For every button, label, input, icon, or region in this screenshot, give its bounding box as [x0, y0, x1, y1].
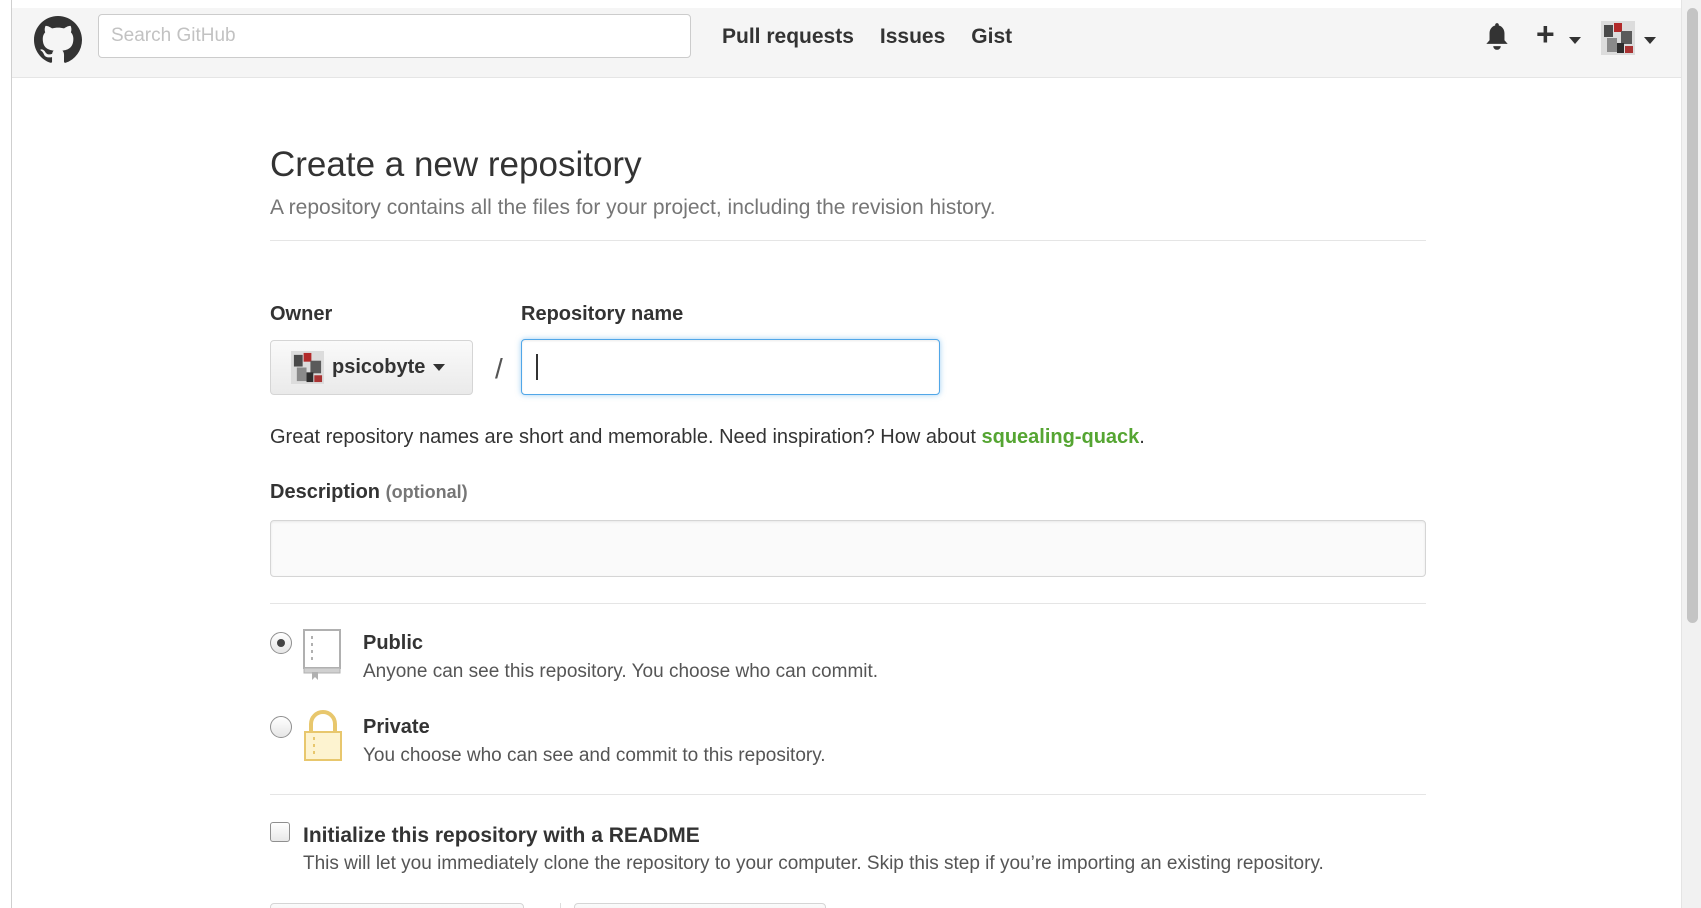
nav-gist[interactable]: Gist — [971, 25, 1012, 49]
github-logo-icon[interactable] — [34, 16, 82, 64]
repo-name-input[interactable] — [521, 339, 940, 395]
owner-repo-separator: / — [495, 353, 503, 384]
repo-name-label: Repository name — [521, 303, 684, 325]
page-subtitle: A repository contains all the files for … — [270, 196, 996, 219]
page-title: Create a new repository — [270, 145, 642, 184]
divider — [560, 903, 561, 908]
divider — [270, 794, 1426, 795]
scrollbar[interactable] — [1681, 0, 1701, 908]
owner-avatar — [291, 351, 324, 384]
public-title: Public — [363, 632, 424, 654]
page-viewport: Pull requests Issues Gist + Create a new… — [12, 8, 1682, 908]
hint-text: Great repository names are short and mem… — [270, 426, 982, 448]
chevron-down-icon[interactable] — [1569, 37, 1581, 44]
readme-checkbox[interactable] — [270, 822, 290, 842]
avatar[interactable] — [1601, 21, 1635, 55]
private-desc: You choose who can see and commit to thi… — [363, 745, 826, 766]
chevron-down-icon[interactable] — [1644, 37, 1656, 44]
private-title: Private — [363, 716, 430, 738]
header-nav: Pull requests Issues Gist — [722, 25, 1012, 49]
optional-tag: (optional) — [385, 482, 468, 502]
bell-icon[interactable] — [1484, 21, 1510, 53]
divider — [270, 240, 1426, 241]
name-hint: Great repository names are short and mem… — [270, 426, 1145, 449]
description-label-text: Description — [270, 481, 381, 503]
text-cursor — [536, 354, 538, 380]
gitignore-select[interactable] — [270, 903, 524, 908]
divider — [270, 603, 1426, 604]
nav-pull-requests[interactable]: Pull requests — [722, 25, 854, 49]
site-header: Pull requests Issues Gist + — [12, 8, 1682, 78]
owner-select-button[interactable]: psicobyte — [270, 340, 473, 395]
repo-book-icon — [303, 629, 341, 680]
description-label: Description (optional) — [270, 481, 468, 504]
public-desc: Anyone can see this repository. You choo… — [363, 661, 879, 682]
chevron-down-icon — [433, 364, 446, 371]
name-suggestion-link[interactable]: squealing-quack — [981, 426, 1139, 448]
description-input[interactable] — [270, 520, 1426, 577]
owner-label: Owner — [270, 303, 333, 325]
license-select[interactable] — [574, 903, 826, 908]
private-radio[interactable] — [270, 716, 292, 738]
hint-end: . — [1139, 426, 1145, 448]
plus-icon[interactable]: + — [1536, 18, 1555, 50]
lock-icon — [304, 710, 342, 761]
nav-issues[interactable]: Issues — [880, 25, 945, 49]
scrollbar-thumb[interactable] — [1687, 8, 1698, 623]
readme-title: Initialize this repository with a README — [303, 824, 700, 847]
readme-desc: This will let you immediately clone the … — [303, 853, 1324, 874]
owner-name: psicobyte — [332, 356, 426, 378]
search-input[interactable] — [98, 14, 691, 58]
public-radio[interactable] — [270, 632, 292, 654]
